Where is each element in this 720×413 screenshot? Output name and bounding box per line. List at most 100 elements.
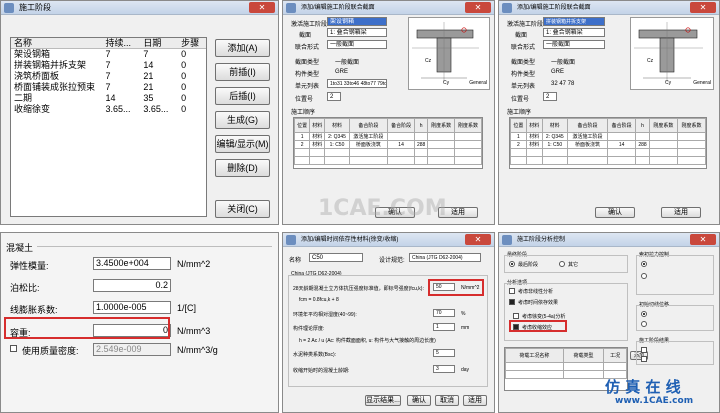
construction-stage-window: 施工阶段 ✕ 名称 持续... 日期 步骤 架设钢箱 7 7 0 拼装钢箱并拆支架 7 14 0… (0, 0, 279, 225)
time-dependent-checkbox[interactable] (509, 299, 515, 305)
t-section-drawing (412, 22, 479, 82)
table-row[interactable]: 1 材料 2: Q345 激活施工阶段 (294, 132, 482, 141)
elastic-modulus-label: 弹性模量: (10, 261, 49, 271)
highlight-box (428, 279, 484, 296)
show-results-button[interactable]: 显示结果... (365, 395, 401, 406)
creep-checkbox[interactable] (513, 313, 519, 319)
close-icon[interactable]: ✕ (465, 234, 491, 245)
design-code-select[interactable]: China (JTG D62-2004) (409, 253, 481, 262)
thermal-coef-input[interactable]: 1.0000e-005 (93, 301, 171, 314)
cy-label: Cy (443, 80, 450, 86)
close-icon[interactable]: ✕ (465, 2, 491, 13)
col-name[interactable]: 名称 (11, 38, 103, 48)
table-row[interactable]: 2 材料 1: C50 桥面板浇筑 14 288 (510, 140, 706, 149)
col-date[interactable]: 日期 (140, 38, 178, 48)
section-select[interactable]: 1: 叠合钢箱梁 (543, 28, 605, 37)
col-duration[interactable]: 持续... (103, 38, 141, 48)
list-item[interactable]: 收缩徐变 3.65... 3.65... 0 (11, 104, 206, 115)
table-row[interactable]: 1 材料 2: Q345 激活施工阶段 (510, 132, 706, 141)
app-icon (502, 3, 512, 13)
apply-button[interactable]: 适用 (661, 207, 701, 218)
cable-option-radio-2[interactable] (641, 273, 647, 279)
active-stage-select[interactable]: 拼装钢箱并拆支架 (543, 17, 605, 26)
ok-button[interactable]: 确认 (407, 395, 431, 406)
fcm-formula: fcm = 0.8fcu,k + 8 (299, 297, 339, 303)
table-cell: 1 (294, 132, 311, 141)
apply-button[interactable]: 适用 (463, 395, 487, 406)
shrink-age-input[interactable]: 3 (433, 365, 455, 373)
position-input[interactable]: 2 (327, 92, 341, 101)
cement-coef-input[interactable]: 5 (433, 349, 455, 357)
table-cell (454, 156, 482, 165)
list-item[interactable]: 拼装钢箱并拆支架 7 14 0 (11, 60, 206, 71)
tangent-option-radio-2[interactable] (641, 321, 647, 327)
poisson-ratio-input[interactable]: 0.2 (93, 279, 171, 292)
table-cell (309, 156, 326, 165)
list-item[interactable]: 桥面铺装成张拉预束 7 21 0 (11, 82, 206, 93)
table-row[interactable]: 2 材料 1: C50 桥面板浇筑 14 288 (294, 140, 482, 149)
insert-after-button[interactable]: 后插(I) (215, 87, 270, 105)
construction-order-table[interactable]: 位置 材料 材料 备合阶段 备合阶段 h 刚度系数 刚度系数 1 材料 2: Q345 激活施工阶段 2… (293, 117, 483, 169)
elastic-modulus-input[interactable]: 3.4500e+004 (93, 257, 171, 270)
table-cell (607, 132, 637, 141)
stage-name: 桥面铺装成张拉预束 (14, 82, 96, 92)
close-icon[interactable]: ✕ (690, 2, 716, 13)
close-button[interactable]: 关闭(C) (215, 200, 270, 218)
group-title: 混凝土 (6, 243, 34, 253)
add-button[interactable]: 添加(A) (215, 39, 270, 57)
edit-show-button[interactable]: 编辑/显示(M) (215, 135, 270, 153)
stage-results-checkbox-2[interactable] (641, 356, 647, 362)
cement-coef-label: 水泥种类系数(Bsc): (293, 352, 337, 358)
close-icon[interactable]: ✕ (690, 234, 716, 245)
col-step[interactable]: 步骤 (178, 38, 206, 48)
section-select[interactable]: 1: 叠合钢箱梁 (327, 28, 387, 37)
section-type-value: 一般截面 (551, 60, 576, 66)
table-header-cell: 备合阶段 (566, 118, 609, 133)
composite-type-label: 联合形式 (511, 45, 536, 51)
ok-button[interactable]: 确认 (595, 207, 635, 218)
generate-button[interactable]: 生成(G) (215, 111, 270, 129)
cable-option-radio[interactable] (641, 261, 647, 267)
stage-results-checkbox[interactable] (641, 347, 647, 353)
active-stage-select[interactable]: 架设钢箱 (327, 17, 387, 26)
table-header-cell: 刚度系数 (648, 118, 678, 133)
list-item[interactable]: 浇筑桥面板 7 21 0 (11, 71, 206, 82)
fcuk-label: 28天龄期混凝土立方体抗压强度标准值，即标号强度(fcu,k): (293, 286, 424, 292)
section-preview: Cz Cy General (630, 17, 714, 90)
table-cell (510, 156, 527, 165)
position-input[interactable]: 2 (543, 92, 557, 101)
stage-list[interactable]: 名称 持续... 日期 步骤 架设钢箱 7 7 0 拼装钢箱并拆支架 7 14 0 浇筑桥面板 7… (10, 37, 207, 217)
watermark-line1: 仿 真 在 线 (605, 378, 681, 396)
name-input[interactable]: C50 (309, 253, 363, 262)
table-cell (648, 140, 678, 149)
stage-duration: 7 (105, 71, 111, 81)
table-cell (648, 148, 678, 157)
nonlinear-checkbox[interactable] (509, 288, 515, 294)
thickness-input[interactable]: 1 (433, 323, 455, 331)
list-item[interactable]: 架设钢箱 7 7 0 (11, 49, 206, 60)
table-header-cell: 备合阶段 (348, 118, 389, 133)
insert-before-button[interactable]: 前插(I) (215, 63, 270, 81)
table-cell (566, 156, 609, 165)
table-header-cell: 刚度系数 (454, 118, 482, 133)
table-cell: 材料 (309, 140, 326, 149)
delete-button[interactable]: 删除(D) (215, 159, 270, 177)
composite-type-select[interactable]: 一般截面 (543, 40, 605, 49)
composite-type-select[interactable]: 一般截面 (327, 40, 387, 49)
humidity-input[interactable]: 70 (433, 309, 455, 317)
table-cell: 14 (607, 140, 637, 149)
cy-label: Cy (665, 80, 672, 86)
close-icon[interactable]: ✕ (249, 2, 275, 13)
construction-order-group: 施工顺序 (291, 110, 316, 116)
active-stage-label: 激活施工阶段 (291, 22, 328, 28)
tangent-option-radio[interactable] (641, 311, 647, 317)
last-stage-radio[interactable] (509, 261, 515, 267)
construction-order-table[interactable]: 位置 材料 材料 备合阶段 备合阶段 h 刚度系数 刚度系数 1 材料 2: Q345 激活施工阶段 2… (509, 117, 707, 169)
table-header-cell: h (414, 118, 429, 133)
list-item[interactable]: 二期 14 35 0 (11, 93, 206, 104)
cancel-button[interactable]: 取消 (435, 395, 459, 406)
other-stage-radio[interactable] (559, 261, 565, 267)
element-list-input[interactable]: 1to31 33to46 48to77 79to (327, 79, 387, 88)
use-mass-density-checkbox[interactable] (10, 345, 17, 352)
app-icon (286, 3, 296, 13)
